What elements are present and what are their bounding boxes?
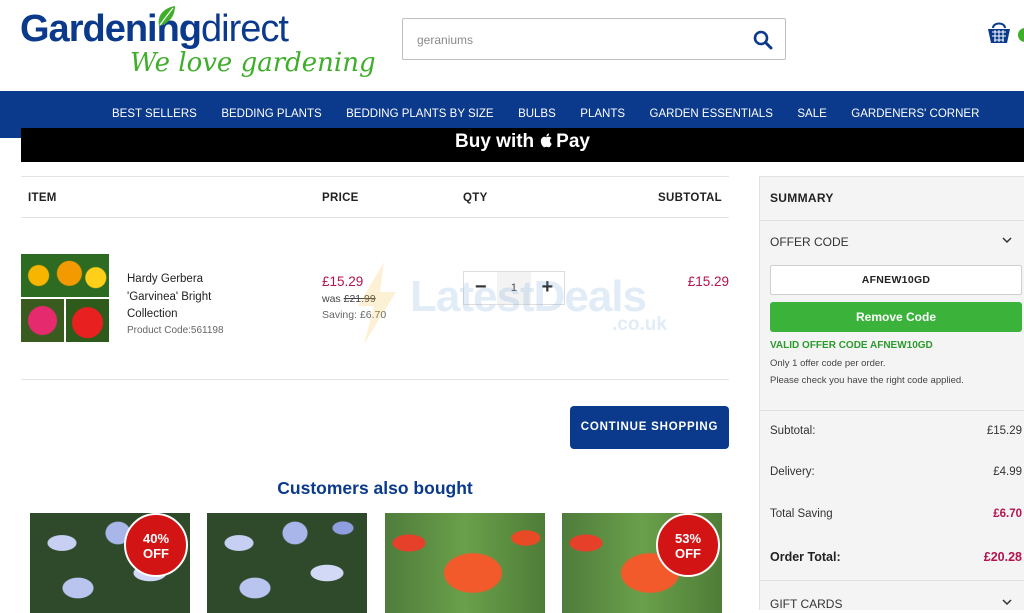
divider (760, 220, 1024, 221)
delivery-value: £4.99 (993, 466, 1022, 478)
subtotal-label: Subtotal: (770, 425, 816, 437)
nav-item-gardeners-corner[interactable]: GARDENERS' CORNER (851, 108, 979, 120)
decrease-qty-button[interactable]: − (464, 272, 497, 304)
summary-title: SUMMARY (770, 191, 834, 205)
offer-note-2: Please check you have the right code app… (770, 375, 964, 386)
order-total-value: £20.28 (983, 550, 1022, 564)
header-item: ITEM (28, 192, 57, 204)
order-total-row: Order Total: £20.28 (770, 550, 1022, 564)
apple-icon (541, 133, 552, 148)
cart-table-header: ITEM PRICE QTY SUBTOTAL (21, 176, 729, 218)
subtotal-row: Subtotal: £15.29 (770, 425, 1022, 437)
order-summary: SUMMARY OFFER CODE AFNEW10GD Remove Code… (759, 176, 1024, 611)
product-price: £15.29 (322, 274, 364, 289)
product-card[interactable] (385, 513, 545, 613)
continue-shopping-button[interactable]: CONTINUE SHOPPING (570, 406, 729, 449)
qty-value[interactable]: 1 (497, 272, 531, 304)
product-card[interactable] (207, 513, 367, 613)
nav-item-bedding-plants[interactable]: BEDDING PLANTS (221, 108, 321, 120)
logo-wordmark: Gardeningdirect (20, 8, 289, 50)
product-card[interactable]: 40% OFF (30, 513, 190, 613)
leaf-icon (158, 6, 175, 26)
basket-icon[interactable] (985, 18, 1013, 46)
search-bar[interactable]: geraniums (402, 18, 786, 60)
nav-item-plants[interactable]: PLANTS (580, 108, 625, 120)
discount-badge: 53% OFF (656, 513, 720, 577)
offer-code-toggle[interactable]: OFFER CODE (770, 235, 849, 249)
apple-pay-button[interactable]: Buy with Pay (21, 128, 1024, 162)
remove-code-button[interactable]: Remove Code (770, 302, 1022, 332)
logo-tagline: We love gardening (130, 48, 376, 78)
product-image-top (21, 254, 109, 297)
chevron-down-icon[interactable] (1002, 235, 1012, 245)
offer-note-1: Only 1 offer code per order. (770, 358, 886, 369)
product-image-bottom-left (21, 299, 64, 342)
valid-code-message: VALID OFFER CODE AFNEW10GD (770, 340, 933, 351)
search-icon[interactable] (753, 30, 773, 50)
product-card[interactable]: 53% OFF (562, 513, 722, 613)
nav-item-garden-essentials[interactable]: GARDEN ESSENTIALS (650, 108, 773, 120)
total-saving-value: £6.70 (993, 508, 1022, 520)
header-price: PRICE (322, 192, 359, 204)
divider (760, 580, 1024, 581)
product-name[interactable]: Hardy Gerbera 'Garvinea' Bright Collecti… (127, 271, 247, 324)
chevron-down-icon[interactable] (1002, 597, 1012, 607)
quantity-stepper: − 1 + (463, 271, 565, 305)
apple-pay-suffix: Pay (556, 131, 590, 152)
product-image[interactable] (21, 254, 109, 342)
nav-item-best-sellers[interactable]: BEST SELLERS (112, 108, 197, 120)
offer-code-field[interactable]: AFNEW10GD (770, 265, 1022, 295)
site-header: Gardeningdirect We love gardening gerani… (0, 0, 1024, 91)
delivery-row: Delivery: £4.99 (770, 466, 1022, 478)
was-price: was £21.99 (322, 293, 376, 305)
saving-text: Saving: £6.70 (322, 309, 387, 321)
line-subtotal: £15.29 (687, 274, 729, 289)
search-input[interactable]: geraniums (417, 33, 473, 47)
gift-cards-toggle[interactable]: GIFT CARDS (770, 597, 842, 611)
total-saving-row: Total Saving £6.70 (770, 508, 1022, 520)
discount-badge: 40% OFF (124, 513, 188, 577)
cart-table: ITEM PRICE QTY SUBTOTAL Hardy Gerbera 'G… (21, 176, 729, 380)
site-logo[interactable]: Gardeningdirect We love gardening (20, 4, 376, 88)
also-bought-title: Customers also bought (277, 478, 473, 498)
header-subtotal: SUBTOTAL (658, 192, 722, 204)
increase-qty-button[interactable]: + (531, 272, 564, 304)
product-image-bottom-right (66, 299, 109, 342)
order-total-label: Order Total: (770, 550, 841, 564)
delivery-label: Delivery: (770, 466, 815, 478)
apple-pay-prefix: Buy with (455, 131, 535, 152)
header-qty: QTY (463, 192, 488, 204)
product-code: Product Code:561198 (127, 325, 224, 336)
nav-item-bedding-plants-by-size[interactable]: BEDDING PLANTS BY SIZE (346, 108, 493, 120)
nav-item-sale[interactable]: SALE (797, 108, 826, 120)
subtotal-value: £15.29 (986, 425, 1022, 437)
basket-count-badge[interactable] (1018, 28, 1024, 42)
cart-row: Hardy Gerbera 'Garvinea' Bright Collecti… (21, 218, 729, 380)
divider (760, 410, 1024, 411)
total-saving-label: Total Saving (770, 508, 833, 520)
nav-item-bulbs[interactable]: BULBS (518, 108, 556, 120)
